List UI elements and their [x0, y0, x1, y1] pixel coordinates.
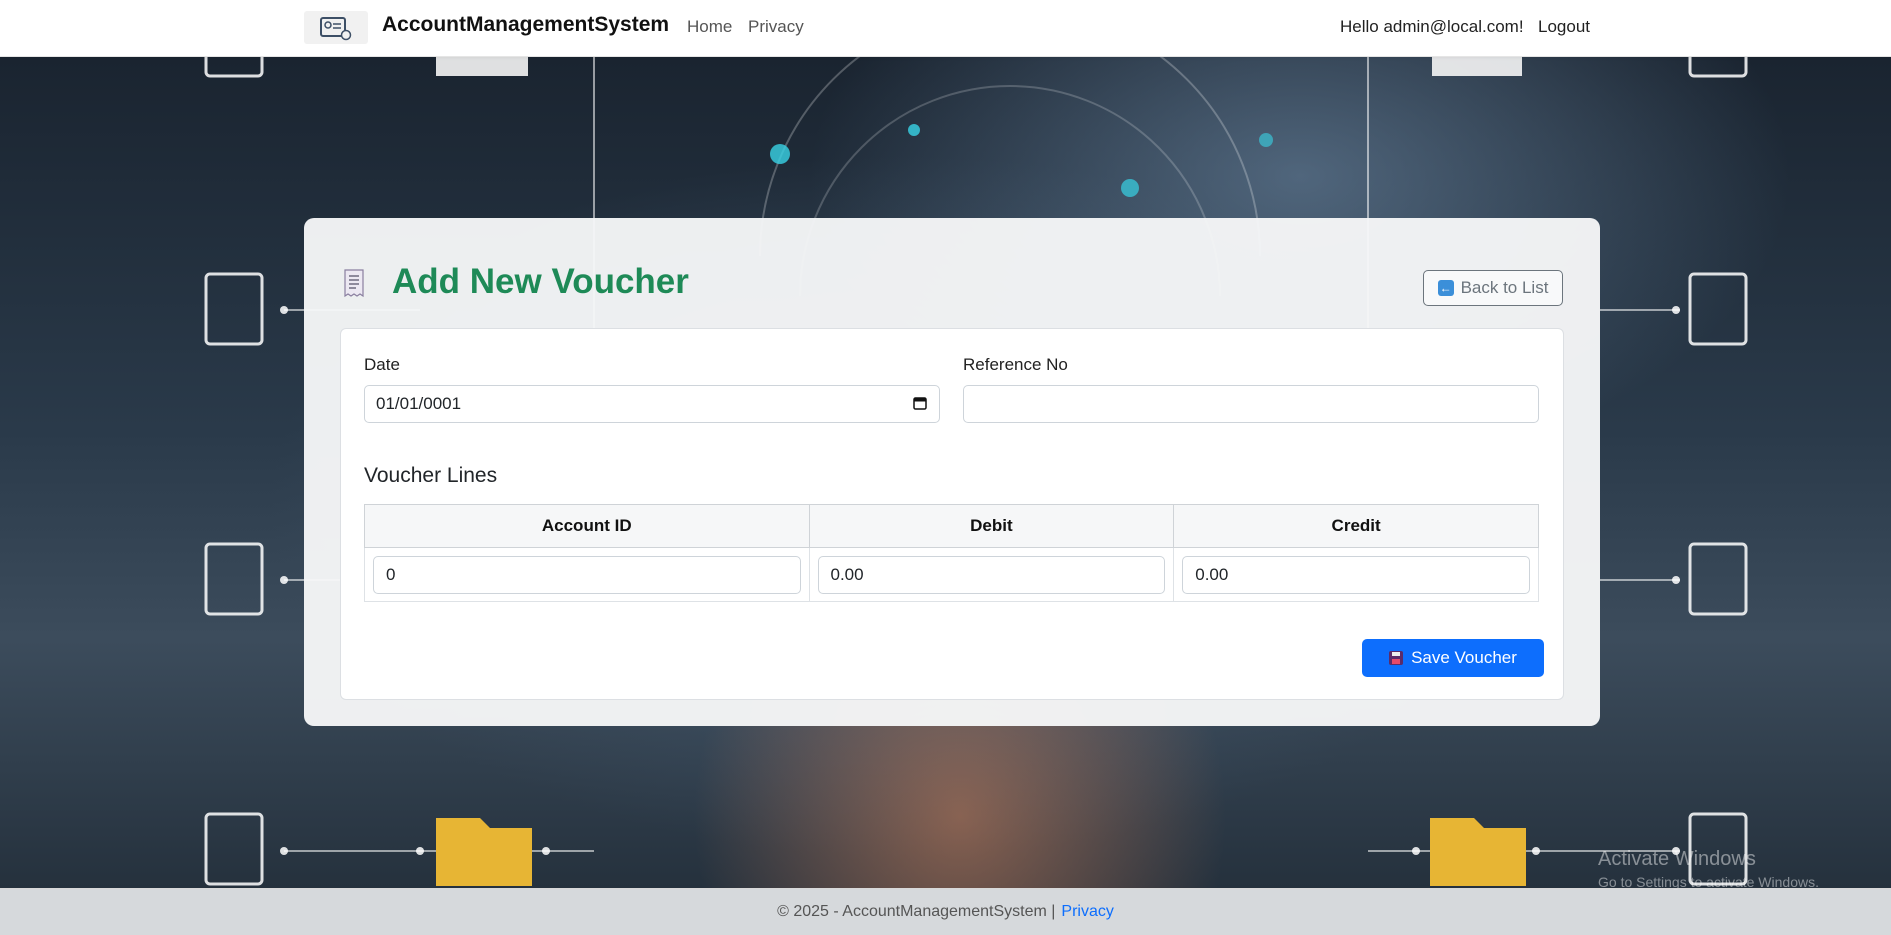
voucher-lines-table: Account ID Debit Credit 0 0.00 0.00	[364, 504, 1539, 602]
app-logo[interactable]	[304, 11, 368, 44]
logout-button[interactable]: Logout	[1538, 17, 1590, 37]
reference-input[interactable]	[963, 385, 1539, 423]
navbar: AccountManagementSystem Home Privacy Hel…	[0, 0, 1891, 57]
activate-windows-title: Activate Windows	[1598, 848, 1756, 870]
voucher-lines-title: Voucher Lines	[364, 464, 498, 487]
debit-cell: 0.00	[808, 547, 1175, 602]
column-header-debit: Debit	[808, 504, 1175, 548]
footer-copyright: © 2025 - AccountManagementSystem |	[777, 903, 1056, 920]
back-to-list-button[interactable]: ← Back to List	[1423, 270, 1563, 306]
user-greeting-link[interactable]: Hello admin@local.com!	[1340, 17, 1524, 37]
save-voucher-button[interactable]: Save Voucher	[1362, 639, 1544, 677]
back-arrow-icon: ←	[1437, 280, 1454, 296]
date-value: 01/01/0001	[376, 394, 462, 413]
credit-input[interactable]: 0.00	[1182, 555, 1530, 594]
back-to-list-label: Back to List	[1460, 278, 1549, 297]
save-voucher-label: Save Voucher	[1411, 648, 1517, 667]
footer-privacy-link[interactable]: Privacy	[1061, 903, 1113, 921]
footer: © 2025 - AccountManagementSystem | Priva…	[0, 888, 1891, 935]
calendar-icon[interactable]	[913, 396, 927, 410]
table-row: 0 0.00 0.00	[364, 547, 1539, 602]
date-input[interactable]: 01/01/0001	[364, 385, 940, 423]
nav-privacy-link[interactable]: Privacy	[748, 17, 804, 37]
account-id-cell: 0	[364, 547, 810, 602]
credit-cell: 0.00	[1173, 547, 1539, 602]
reference-label: Reference No	[963, 355, 1068, 374]
debit-input[interactable]: 0.00	[817, 555, 1166, 594]
nav-home-link[interactable]: Home	[687, 17, 732, 37]
account-id-input[interactable]: 0	[373, 555, 801, 594]
page-title: Add New Voucher	[392, 262, 689, 301]
column-header-credit: Credit	[1173, 504, 1539, 548]
app-logo-icon	[320, 16, 352, 40]
receipt-icon	[344, 269, 364, 298]
date-label: Date	[364, 355, 400, 374]
voucher-form: Date 01/01/0001 Reference No Voucher Lin…	[340, 328, 1564, 700]
floppy-disk-icon	[1389, 651, 1404, 665]
voucher-card: Add New Voucher ← Back to List Date 01/0…	[304, 218, 1600, 726]
column-header-account-id: Account ID	[364, 504, 810, 548]
brand-link[interactable]: AccountManagementSystem	[382, 13, 669, 37]
